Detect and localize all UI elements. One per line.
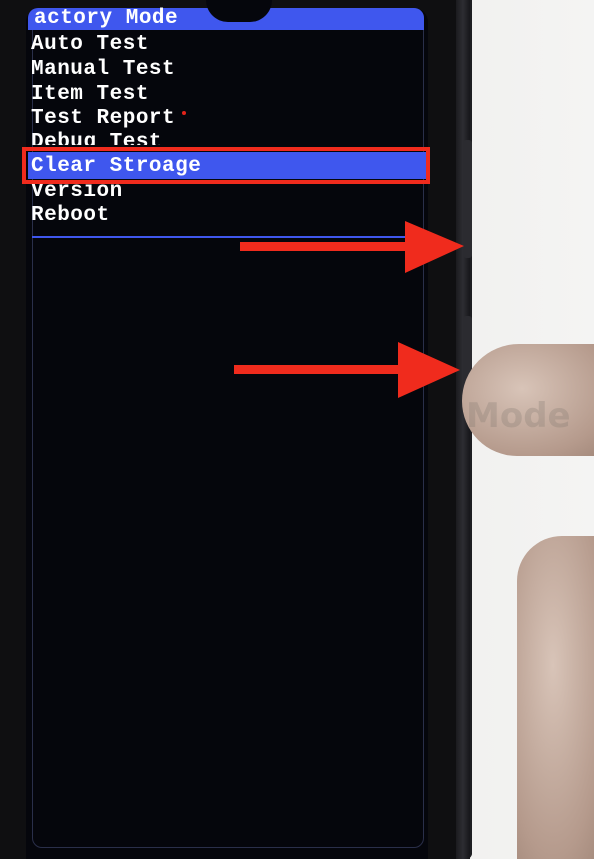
- menu-item-test-report[interactable]: Test Report: [31, 107, 175, 131]
- page-title: actory Mode: [34, 7, 179, 30]
- menu-item-manual-test[interactable]: Manual Test: [31, 58, 175, 82]
- menu-item-reboot[interactable]: Reboot: [31, 204, 110, 228]
- arrow-right-icon: [240, 221, 464, 273]
- arrow-right-icon: [234, 342, 460, 398]
- watermark-text: Mode: [466, 396, 571, 436]
- menu-item-debug-test[interactable]: Debug Test: [31, 131, 162, 145]
- finger-bottom: [517, 536, 594, 859]
- annotation-highlight-box: [22, 147, 430, 184]
- menu-item-item-test[interactable]: Item Test: [31, 83, 149, 107]
- menu-item-auto-test[interactable]: Auto Test: [31, 33, 149, 57]
- status-dot: [182, 111, 186, 115]
